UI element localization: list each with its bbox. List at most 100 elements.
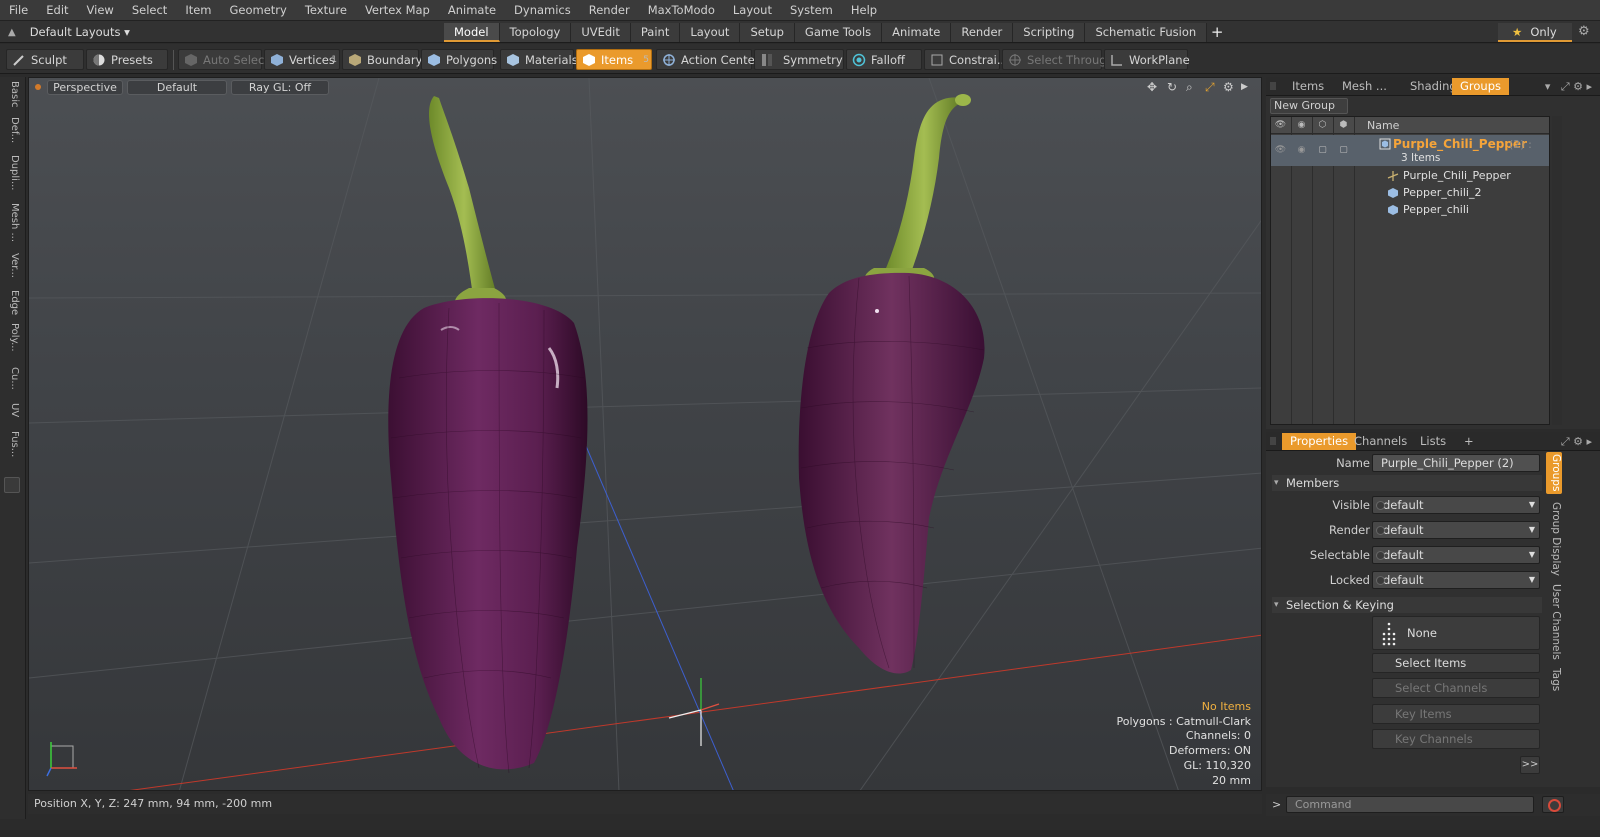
menu-render[interactable]: Render xyxy=(580,0,639,21)
collapse-arrow-icon[interactable]: ▲ xyxy=(8,27,16,38)
menu-edit[interactable]: Edit xyxy=(37,0,77,21)
only-toggle[interactable]: ★ Only xyxy=(1498,23,1572,42)
menu-dynamics[interactable]: Dynamics xyxy=(505,0,580,21)
menu-geometry[interactable]: Geometry xyxy=(221,0,296,21)
action-center-button[interactable]: Action Center xyxy=(656,49,759,70)
left-tabs-toggle-button[interactable] xyxy=(4,477,20,493)
boundary-button[interactable]: Boundary xyxy=(342,49,422,70)
constrain-button[interactable]: Constrai... xyxy=(924,49,1008,70)
key-items-button[interactable]: Key Items xyxy=(1372,704,1540,724)
items-button[interactable]: Items 5 xyxy=(576,49,652,70)
command-input[interactable]: Command xyxy=(1286,796,1534,813)
render-icon[interactable]: ◉ xyxy=(1295,119,1308,131)
visibility-eye-icon[interactable]: 👁 xyxy=(1274,119,1287,131)
menu-select[interactable]: Select xyxy=(123,0,176,21)
group-selectable-box[interactable]: ▢ xyxy=(1316,144,1329,156)
selectable-dropdown[interactable]: default ▼ xyxy=(1372,546,1540,564)
auto-select-button[interactable]: Auto Select xyxy=(178,49,269,70)
member-row[interactable]: Pepper_chili xyxy=(1271,201,1549,218)
left-tab-curve[interactable]: Cu... xyxy=(4,367,20,390)
panel-menu-icons[interactable]: ▾ ⤢ ⚙ ▸ xyxy=(1545,78,1592,95)
menu-vertex-map[interactable]: Vertex Map xyxy=(356,0,439,21)
key-channels-button[interactable]: Key Channels xyxy=(1372,729,1540,749)
falloff-button[interactable]: Falloff xyxy=(846,49,922,70)
symmetry-button[interactable]: Symmetry xyxy=(754,49,844,70)
fit-icon[interactable]: ⤢ xyxy=(1205,80,1215,95)
tab-channels[interactable]: Channels xyxy=(1346,433,1415,450)
groups-tree-list[interactable]: 👁 ◉ ⬡ ⬢ Name 👁 ◉ ▢ ▢ Purple_Chili_Pepper… xyxy=(1270,116,1550,425)
menu-layout[interactable]: Layout xyxy=(724,0,781,21)
menu-view[interactable]: View xyxy=(78,0,123,21)
menu-system[interactable]: System xyxy=(781,0,842,21)
menu-item[interactable]: Item xyxy=(176,0,220,21)
members-section-header[interactable]: Members xyxy=(1272,475,1542,491)
zoom-icon[interactable]: ⌕ xyxy=(1186,80,1193,95)
3d-viewport[interactable]: Perspective Default Ray GL: Off ✥ ↻ ⌕ ⤢ … xyxy=(28,77,1262,791)
member-row[interactable]: Purple_Chili_Pepper xyxy=(1271,167,1549,184)
materials-button[interactable]: Materials xyxy=(500,49,578,70)
tab-properties[interactable]: Properties xyxy=(1282,433,1357,450)
group-visible-icon[interactable]: 👁 xyxy=(1274,144,1287,156)
tab-paint[interactable]: Paint xyxy=(630,23,681,42)
left-tab-basic[interactable]: Basic xyxy=(4,81,20,107)
presets-button[interactable]: Presets xyxy=(86,49,168,70)
transform-gizmo[interactable] xyxy=(668,678,720,746)
sculpt-button[interactable]: Sculpt xyxy=(6,49,84,70)
rotate-icon[interactable]: ↻ xyxy=(1167,80,1177,94)
tab-uvedit[interactable]: UVEdit xyxy=(571,23,631,42)
add-tab-icon[interactable]: + xyxy=(1456,433,1482,450)
group-lock-box[interactable]: ▢ xyxy=(1337,144,1350,156)
member-row[interactable]: Pepper_chili_2 xyxy=(1271,184,1549,201)
tab-schematic-fusion[interactable]: Schematic Fusion xyxy=(1085,23,1208,42)
view-type-dropdown[interactable]: Perspective xyxy=(47,80,123,95)
group-name-field[interactable]: Purple_Chili_Pepper (2) xyxy=(1372,454,1540,472)
left-tab-fusion[interactable]: Fus... xyxy=(4,431,20,457)
tab-groups[interactable]: Groups xyxy=(1452,78,1510,95)
left-tab-mesh[interactable]: Mesh ... xyxy=(4,203,20,242)
menu-animate[interactable]: Animate xyxy=(439,0,505,21)
gear-icon[interactable]: ⚙ xyxy=(1578,21,1590,43)
raygl-toggle[interactable]: Ray GL: Off xyxy=(231,80,329,95)
new-group-button[interactable]: New Group xyxy=(1270,98,1348,114)
menu-maxtomodo[interactable]: MaxToModo xyxy=(639,0,724,21)
menu-texture[interactable]: Texture xyxy=(296,0,356,21)
visible-dropdown[interactable]: default ▼ xyxy=(1372,496,1540,514)
select-through-button[interactable]: Select Through xyxy=(1002,49,1114,70)
workplane-button[interactable]: WorkPlane xyxy=(1104,49,1190,70)
tab-mesh[interactable]: Mesh ... xyxy=(1334,78,1395,95)
select-items-button[interactable]: Select Items xyxy=(1372,653,1540,673)
render-dropdown[interactable]: default ▼ xyxy=(1372,521,1540,539)
more-button[interactable]: >> xyxy=(1520,756,1540,774)
shading-dropdown[interactable]: Default xyxy=(127,80,227,95)
polygons-button[interactable]: Polygons xyxy=(421,49,497,70)
lock-icon[interactable]: ⬢ xyxy=(1337,119,1350,131)
group-row-selected[interactable]: 👁 ◉ ▢ ▢ Purple_Chili_Pepper (2) : 3 Item… xyxy=(1271,135,1549,166)
side-tab-groups[interactable]: Groups xyxy=(1546,452,1562,494)
panel-menu-icons[interactable]: ⤢ ⚙ ▸ xyxy=(1561,433,1592,450)
group-render-icon[interactable]: ◉ xyxy=(1295,144,1308,156)
tab-animate[interactable]: Animate xyxy=(882,23,952,42)
select-channels-button[interactable]: Select Channels xyxy=(1372,678,1540,698)
tab-lists[interactable]: Lists xyxy=(1412,433,1454,450)
tab-render[interactable]: Render xyxy=(951,23,1014,42)
tab-game-tools[interactable]: Game Tools xyxy=(794,23,883,42)
left-tab-duplicate[interactable]: Dupli... xyxy=(4,155,20,190)
left-tab-uv[interactable]: UV xyxy=(4,403,20,417)
left-tab-edge[interactable]: Edge xyxy=(4,290,20,315)
menu-file[interactable]: File xyxy=(0,0,37,21)
tab-model[interactable]: Model xyxy=(444,23,500,42)
locked-dropdown[interactable]: default ▼ xyxy=(1372,571,1540,589)
groups-list-scrollbar[interactable] xyxy=(1552,116,1562,425)
menu-help[interactable]: Help xyxy=(842,0,886,21)
tab-layout[interactable]: Layout xyxy=(680,23,741,42)
layouts-dropdown[interactable]: ▲ Default Layouts ▾ xyxy=(8,21,130,43)
side-tab-user-channels[interactable]: User Channels xyxy=(1546,584,1562,660)
side-tab-group-display[interactable]: Group Display xyxy=(1546,502,1562,576)
viewport-options-dot[interactable] xyxy=(35,84,41,90)
pan-icon[interactable]: ✥ xyxy=(1147,80,1157,94)
expand-arrow-icon[interactable]: ▶ xyxy=(1241,82,1248,92)
tab-items[interactable]: Items xyxy=(1284,78,1332,95)
side-tab-tags[interactable]: Tags xyxy=(1546,666,1562,694)
left-tab-deform[interactable]: Def... xyxy=(4,117,20,143)
viewport-gear-icon[interactable]: ⚙ xyxy=(1223,80,1234,94)
